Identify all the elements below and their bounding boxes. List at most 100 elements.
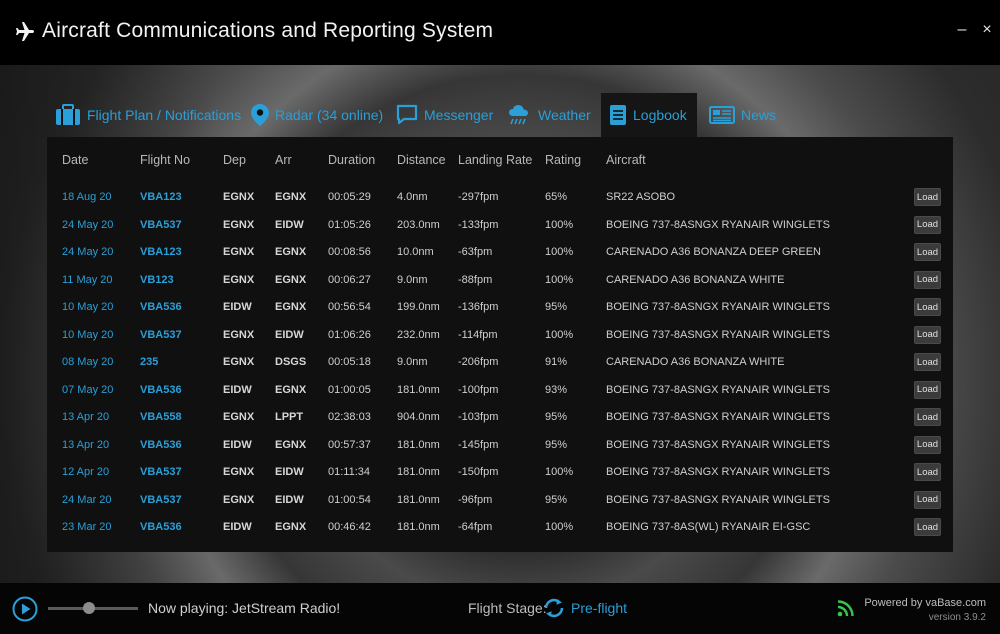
- load-button[interactable]: Load: [914, 518, 941, 536]
- cell-dep: EGNX: [223, 246, 255, 258]
- load-button[interactable]: Load: [914, 463, 941, 481]
- column-header-date[interactable]: Date: [62, 153, 88, 167]
- cell-dep: EIDW: [223, 438, 252, 451]
- tab-weather[interactable]: Weather: [500, 93, 599, 137]
- load-button[interactable]: Load: [914, 435, 941, 454]
- column-header-duration[interactable]: Duration: [328, 153, 375, 167]
- cell-distance: 9.0nm: [397, 356, 428, 368]
- load-button[interactable]: Load: [914, 243, 941, 261]
- cell-dep: EGNX: [223, 218, 255, 231]
- cell-duration: 00:08:56: [328, 246, 371, 258]
- cell-rating: 100%: [545, 521, 574, 533]
- column-header-flight-no[interactable]: Flight No: [140, 153, 190, 167]
- cell-aircraft: BOEING 737-8ASNGX RYANAIR WINGLETS: [606, 411, 830, 423]
- cell-arr: LPPT: [275, 411, 304, 423]
- cell-duration: 01:06:26: [328, 328, 371, 341]
- powered-by-text[interactable]: Powered by vaBase.com: [864, 597, 986, 609]
- cell-flight-no: VBA536: [140, 521, 182, 533]
- cell-flight-no: VB123: [140, 273, 174, 286]
- chat-icon: [396, 104, 418, 125]
- cell-rating: 100%: [545, 328, 574, 341]
- cell-dep: EGNX: [223, 328, 255, 341]
- cell-landing-rate: -297fpm: [458, 191, 499, 203]
- cell-rating: 95%: [545, 493, 568, 506]
- volume-slider-handle[interactable]: [82, 602, 95, 614]
- column-header-dep[interactable]: Dep: [223, 153, 246, 167]
- cell-landing-rate: -136fpm: [458, 301, 499, 313]
- cell-landing-rate: -64fpm: [458, 521, 493, 533]
- cell-date: 13 Apr 20: [62, 438, 110, 451]
- now-playing-text: Now playing: JetStream Radio!: [148, 600, 341, 616]
- cell-aircraft: BOEING 737-8ASNGX RYANAIR WINGLETS: [606, 466, 830, 478]
- cell-arr: EGNX: [275, 383, 307, 396]
- cell-aircraft: BOEING 737-8ASNGX RYANAIR WINGLETS: [606, 301, 830, 313]
- cell-arr: EIDW: [275, 218, 304, 231]
- load-button[interactable]: Load: [914, 490, 941, 509]
- cell-flight-no: VBA537: [140, 218, 182, 231]
- cell-flight-no: VBA536: [140, 438, 182, 451]
- cell-arr: EGNX: [275, 301, 307, 313]
- load-button[interactable]: Load: [914, 325, 941, 344]
- cell-rating: 95%: [545, 411, 568, 423]
- column-header-landing-rate[interactable]: Landing Rate: [458, 153, 532, 167]
- tab-news-label: News: [741, 107, 777, 123]
- logbook-header-row: Date Flight No Dep Arr Duration Distance…: [47, 137, 953, 183]
- load-button[interactable]: Load: [914, 270, 941, 289]
- cell-landing-rate: -133fpm: [458, 218, 499, 231]
- cell-distance: 9.0nm: [397, 273, 428, 286]
- cell-date: 18 Aug 20: [62, 191, 112, 203]
- table-row: 10 May 20 VBA536 EIDW EGNX 00:56:54 199.0nm -1…: [47, 295, 953, 322]
- load-button[interactable]: Load: [914, 353, 941, 371]
- cell-duration: 01:00:05: [328, 383, 371, 396]
- column-header-rating[interactable]: Rating: [545, 153, 581, 167]
- cell-distance: 181.0nm: [397, 466, 440, 478]
- load-button[interactable]: Load: [914, 215, 941, 234]
- cell-distance: 181.0nm: [397, 438, 440, 451]
- cell-flight-no: VBA536: [140, 383, 182, 396]
- tab-logbook[interactable]: Logbook: [601, 93, 697, 137]
- cell-distance: 10.0nm: [397, 246, 434, 258]
- cell-arr: EGNX: [275, 246, 307, 258]
- cell-duration: 00:06:27: [328, 273, 371, 286]
- column-header-distance[interactable]: Distance: [397, 153, 446, 167]
- load-button[interactable]: Load: [914, 408, 941, 426]
- load-button[interactable]: Load: [914, 298, 941, 316]
- cell-landing-rate: -206fpm: [458, 356, 499, 368]
- flight-stage-value: Pre-flight: [571, 600, 628, 616]
- cell-arr: EGNX: [275, 438, 307, 451]
- tab-logbook-label: Logbook: [633, 107, 687, 123]
- cell-aircraft: CARENADO A36 BONANZA WHITE: [606, 356, 785, 368]
- column-header-arr[interactable]: Arr: [275, 153, 292, 167]
- footer-bar: Now playing: JetStream Radio! Flight Sta…: [0, 583, 1000, 634]
- cell-arr: EIDW: [275, 328, 304, 341]
- cell-flight-no: VBA123: [140, 191, 182, 203]
- rss-feed-icon[interactable]: [837, 599, 855, 617]
- refresh-icon: [544, 598, 564, 618]
- load-button[interactable]: Load: [914, 188, 941, 206]
- version-text: version 3.9.2: [928, 612, 986, 623]
- close-button[interactable]: ×: [979, 22, 995, 38]
- cell-date: 13 Apr 20: [62, 411, 110, 423]
- cell-arr: EGNX: [275, 273, 307, 286]
- play-icon[interactable]: [12, 596, 38, 622]
- cell-date: 07 May 20: [62, 383, 114, 396]
- tab-flight-plan[interactable]: Flight Plan / Notifications: [47, 93, 249, 137]
- tab-radar[interactable]: Radar (34 online): [243, 93, 391, 137]
- cell-date: 23 Mar 20: [62, 521, 112, 533]
- table-row: 24 Mar 20 VBA537 EGNX EIDW 01:00:54 181.0nm -9…: [47, 488, 953, 515]
- load-button[interactable]: Load: [914, 380, 941, 399]
- cell-flight-no: VBA537: [140, 328, 182, 341]
- tab-messenger[interactable]: Messenger: [388, 93, 501, 137]
- cell-landing-rate: -96fpm: [458, 493, 493, 506]
- cell-distance: 232.0nm: [397, 328, 440, 341]
- cell-rating: 100%: [545, 246, 574, 258]
- table-row: 24 May 20 VBA537 EGNX EIDW 01:05:26 203.0nm -1…: [47, 213, 953, 240]
- cell-flight-no: VBA558: [140, 411, 182, 423]
- minimize-button[interactable]: –: [954, 22, 970, 38]
- cell-aircraft: CARENADO A36 BONANZA WHITE: [606, 273, 785, 286]
- cell-arr: EIDW: [275, 466, 304, 478]
- column-header-aircraft[interactable]: Aircraft: [606, 153, 646, 167]
- cell-dep: EGNX: [223, 273, 255, 286]
- tab-news[interactable]: News: [701, 93, 784, 137]
- cell-landing-rate: -100fpm: [458, 383, 499, 396]
